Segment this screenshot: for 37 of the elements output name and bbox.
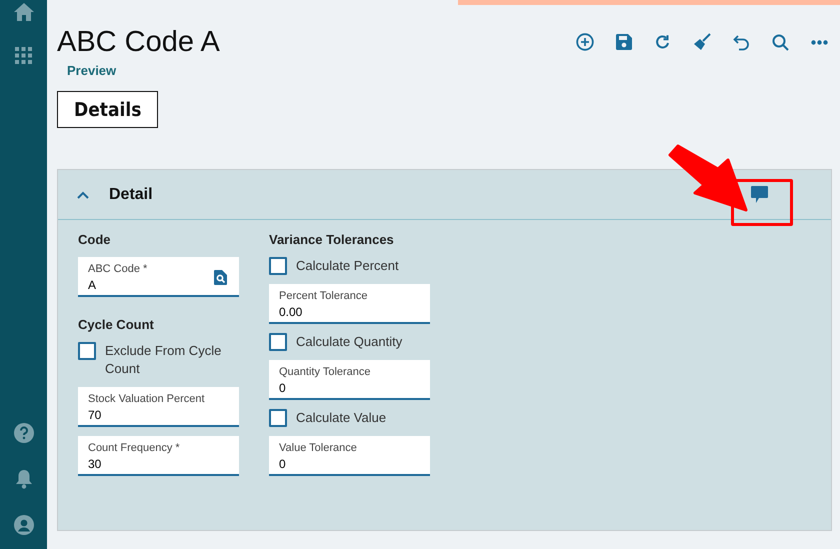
user-icon[interactable] [14, 515, 34, 535]
section-heading: Cycle Count [78, 317, 155, 332]
undo-icon[interactable] [733, 34, 750, 50]
input-field[interactable]: Count Frequency * 30 [78, 436, 239, 476]
checkbox[interactable] [78, 342, 96, 360]
section-heading: Variance Tolerances [269, 232, 395, 247]
section-heading: Code [78, 232, 112, 247]
input-field[interactable]: Percent Tolerance 0.00 [269, 284, 430, 324]
input-field[interactable]: Value Tolerance 0 [269, 436, 430, 476]
panel-title: Detail [109, 186, 153, 204]
checkbox[interactable] [269, 333, 287, 351]
save-icon[interactable] [616, 34, 632, 50]
home-icon[interactable] [14, 3, 34, 21]
input-field[interactable]: Quantity Tolerance 0 [269, 360, 430, 400]
chevron-up-icon[interactable] [77, 190, 89, 198]
checkbox-label: Exclude From Cycle Count [105, 342, 222, 378]
help-icon[interactable] [14, 423, 34, 443]
input-field[interactable]: ABC Code * A [78, 257, 239, 297]
add-icon[interactable] [576, 33, 594, 51]
apps-grid-icon[interactable] [15, 47, 32, 64]
checkbox-label: Calculate Value [296, 409, 386, 427]
broom-icon[interactable] [693, 33, 711, 51]
refresh-icon[interactable] [654, 34, 671, 50]
search-icon[interactable] [772, 34, 789, 50]
bell-icon[interactable] [14, 469, 32, 489]
checkbox[interactable] [269, 409, 287, 427]
more-icon[interactable] [811, 40, 828, 44]
preview-link[interactable]: Preview [67, 63, 116, 78]
page-title: ABC Code A [57, 25, 220, 60]
lookup-icon[interactable] [214, 270, 227, 285]
checkbox[interactable] [269, 257, 287, 275]
checkbox-label: Calculate Percent [296, 257, 399, 275]
details-tab[interactable]: Details [57, 91, 158, 128]
highlight-box [731, 179, 793, 226]
input-field[interactable]: Stock Valuation Percent 70 [78, 387, 239, 427]
checkbox-label: Calculate Quantity [296, 333, 402, 351]
comment-icon[interactable] [751, 186, 768, 203]
